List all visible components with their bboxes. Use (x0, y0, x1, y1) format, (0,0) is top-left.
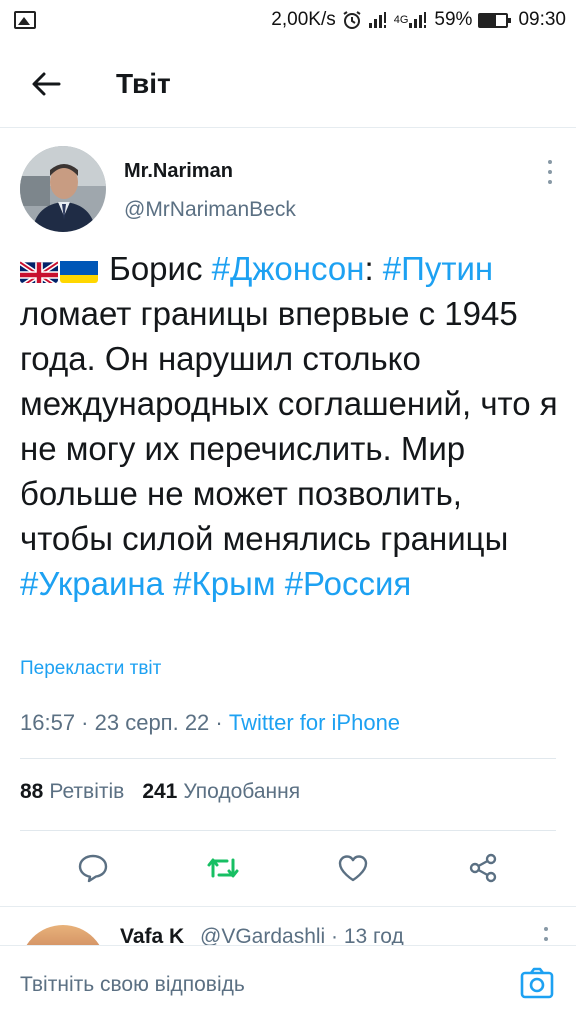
reply-button[interactable] (63, 838, 123, 898)
hashtag-link[interactable]: #Джонсон (212, 250, 365, 287)
tweet-actions (0, 838, 576, 898)
tweet-date: 23 серп. 22 (94, 710, 210, 735)
reply-author-handle: @VGardashli · 13 год (200, 925, 404, 945)
more-options-icon[interactable] (540, 160, 560, 184)
camera-button[interactable] (520, 966, 554, 1000)
battery-percent: 59% (434, 9, 473, 30)
camera-icon (520, 967, 554, 999)
tweet-text: Борис #Джонсон: #Путин ломает границы вп… (20, 246, 560, 606)
hashtag-link[interactable]: #Путин (383, 250, 493, 287)
reply-icon (78, 854, 108, 883)
tweet-text-space (276, 565, 285, 602)
divider (20, 830, 556, 831)
signal-icon-sim1 (368, 11, 388, 29)
gallery-notification-icon (14, 11, 36, 29)
tweet-stats: 88 Ретвітів 241 Уподобання (20, 780, 300, 804)
network-type: 4G (393, 14, 409, 26)
reply-tweet[interactable]: Vafa K @VGardashli · 13 год (0, 907, 576, 945)
ukraine-flag-icon (60, 255, 98, 283)
retweets-count: 88 (20, 780, 44, 803)
status-bar: 2,00K/s 4G 59% 09:30 (0, 0, 576, 40)
likes-stat[interactable]: 241 Уподобання (142, 780, 300, 804)
meta-separator: · (75, 710, 95, 735)
reply-composer (0, 945, 576, 1024)
retweets-stat[interactable]: 88 Ретвітів (20, 780, 124, 804)
avatar[interactable] (20, 146, 106, 232)
likes-label: Уподобання (183, 780, 301, 803)
author-handle[interactable]: @MrNarimanBeck (124, 198, 296, 222)
tweet-meta: 16:57 · 23 серп. 22 · Twitter for iPhone (20, 710, 400, 736)
back-arrow-icon (32, 72, 61, 95)
reply-author-name[interactable]: Vafa K (120, 925, 184, 945)
likes-count: 241 (142, 780, 178, 803)
divider (20, 758, 556, 759)
translate-tweet-link[interactable]: Перекласти твіт (20, 658, 161, 680)
battery-fill (480, 14, 496, 26)
more-options-icon[interactable] (536, 927, 556, 945)
alarm-icon (342, 10, 362, 30)
tweet-text-body: ломает границы впервые с 1945 года. Он н… (20, 295, 558, 557)
hashtag-link[interactable]: #Крым (173, 565, 275, 602)
network-speed: 2,00K/s (271, 9, 336, 30)
reply-input[interactable] (20, 946, 490, 1024)
retweet-button[interactable] (193, 838, 253, 898)
retweets-label: Ретвітів (49, 780, 125, 803)
heart-icon (338, 855, 368, 882)
meta-separator: · (209, 710, 229, 735)
tweet-text-space (164, 565, 173, 602)
author-name[interactable]: Mr.Nariman (124, 160, 233, 183)
retweet-icon (207, 858, 239, 878)
back-button[interactable] (0, 40, 92, 128)
top-app-bar: Твіт (0, 40, 576, 128)
tweet-text-mid: : (364, 250, 383, 287)
tweet-text-pre: Борис (109, 250, 212, 287)
hashtag-link[interactable]: #Россия (285, 565, 412, 602)
signal-icon-sim2: 4G (394, 11, 429, 29)
tweet-time: 16:57 (20, 710, 76, 735)
like-button[interactable] (323, 838, 383, 898)
share-icon (469, 853, 497, 883)
tweet-author: Mr.Nariman @MrNarimanBeck (20, 146, 560, 236)
uk-flag-icon (20, 255, 58, 283)
status-bar-right: 2,00K/s 4G 59% 09:30 (271, 9, 566, 31)
page-title: Твіт (116, 67, 171, 99)
hashtag-link[interactable]: #Украина (20, 565, 164, 602)
tweet-source-link[interactable]: Twitter for iPhone (229, 710, 400, 735)
battery-icon (478, 12, 512, 28)
share-button[interactable] (453, 838, 513, 898)
clock: 09:30 (518, 9, 566, 30)
reply-avatar[interactable] (20, 925, 106, 945)
